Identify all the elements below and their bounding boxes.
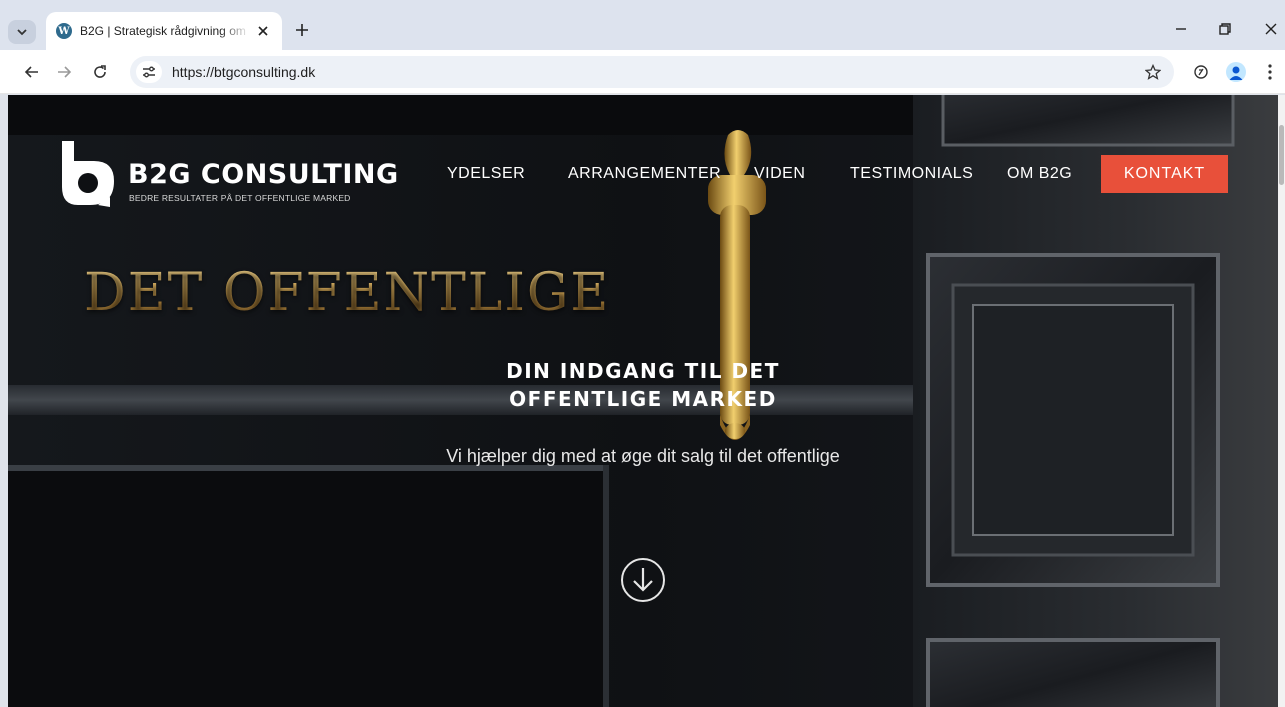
browser-tab-strip: W B2G | Strategisk rådgivning om bbox=[0, 0, 1285, 50]
page-viewport: B2G CONSULTING BEDRE RESULTATER PÅ DET O… bbox=[8, 95, 1278, 707]
extension-icon bbox=[1194, 65, 1208, 79]
site-info-button[interactable] bbox=[136, 61, 162, 83]
hero-heading: DET OFFENTLIGE bbox=[84, 263, 611, 323]
nav-item-testimonials[interactable]: TESTIMONIALS bbox=[850, 165, 973, 183]
nav-item-viden[interactable]: VIDEN bbox=[754, 165, 805, 183]
restore-button[interactable] bbox=[1210, 14, 1240, 44]
close-tab-button[interactable] bbox=[254, 22, 272, 40]
hero-subheading: DIN INDGANG TIL DET OFFENTLIGE MARKED bbox=[506, 359, 780, 411]
new-tab-button[interactable] bbox=[290, 18, 314, 42]
chevron-down-icon bbox=[17, 29, 27, 36]
arrow-down-circle-icon[interactable] bbox=[618, 555, 668, 605]
nav-item-ydelser[interactable]: YDELSER bbox=[447, 165, 525, 183]
logo-name[interactable]: B2G CONSULTING bbox=[128, 159, 399, 190]
logo-tagline: BEDRE RESULTATER PÅ DET OFFENTLIGE MARKE… bbox=[129, 193, 351, 203]
scrollbar-thumb[interactable] bbox=[1279, 125, 1284, 185]
tab-search-button[interactable] bbox=[8, 20, 36, 44]
hero-description: Vi hjælper dig med at øge dit salg til d… bbox=[446, 446, 840, 466]
kontakt-button[interactable]: KONTAKT bbox=[1101, 155, 1228, 193]
star-icon bbox=[1145, 64, 1161, 80]
bookmark-button[interactable] bbox=[1142, 61, 1164, 83]
forward-button[interactable] bbox=[50, 58, 78, 86]
reload-icon bbox=[94, 65, 106, 78]
arrow-right-icon bbox=[58, 66, 72, 78]
minimize-icon bbox=[1176, 28, 1186, 30]
wordpress-icon: W bbox=[56, 23, 72, 39]
b2g-logo-icon bbox=[62, 141, 114, 207]
tab-title: B2G | Strategisk rådgivning om bbox=[80, 24, 246, 38]
close-icon bbox=[1265, 23, 1277, 35]
url-text: https://btgconsulting.dk bbox=[172, 64, 316, 80]
person-icon bbox=[1229, 66, 1243, 80]
profile-button[interactable] bbox=[1222, 58, 1250, 86]
minimize-button[interactable] bbox=[1166, 14, 1196, 44]
extensions-button[interactable] bbox=[1187, 58, 1215, 86]
arrow-left-icon bbox=[24, 66, 38, 78]
menu-button[interactable] bbox=[1256, 58, 1284, 86]
reload-button[interactable] bbox=[86, 58, 114, 86]
page-scrollbar[interactable] bbox=[1278, 95, 1285, 707]
more-vert-icon bbox=[1268, 64, 1272, 80]
nav-item-om-b2g[interactable]: OM B2G bbox=[1007, 165, 1072, 183]
nav-item-arrangementer[interactable]: ARRANGEMENTER bbox=[568, 165, 721, 183]
browser-tab[interactable]: W B2G | Strategisk rådgivning om bbox=[46, 12, 282, 50]
avatar bbox=[1226, 62, 1246, 82]
close-window-button[interactable] bbox=[1256, 14, 1285, 44]
tune-icon bbox=[143, 66, 155, 78]
browser-toolbar: https://btgconsulting.dk bbox=[0, 50, 1285, 94]
back-button[interactable] bbox=[18, 58, 46, 86]
close-icon bbox=[258, 26, 268, 36]
address-bar[interactable]: https://btgconsulting.dk bbox=[130, 56, 1174, 88]
plus-icon bbox=[296, 24, 308, 36]
restore-icon bbox=[1219, 23, 1231, 35]
